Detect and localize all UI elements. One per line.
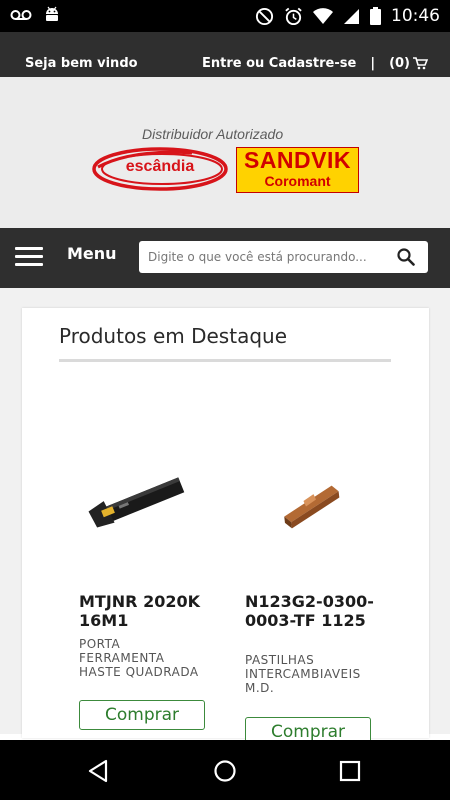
android-icon <box>46 6 58 21</box>
status-bar: 10:46 <box>0 0 450 32</box>
section-divider <box>59 359 391 362</box>
recent-apps-icon[interactable] <box>335 756 365 786</box>
search-input[interactable] <box>139 241 383 273</box>
buy-button[interactable]: Comprar <box>79 700 205 730</box>
escandia-logo-text: escândia <box>125 158 195 175</box>
separator: | <box>370 56 376 71</box>
product-image[interactable] <box>79 438 229 568</box>
do-not-disturb-icon <box>255 7 274 25</box>
welcome-text: Seja bem vindo <box>25 56 138 71</box>
cart-count: (0) <box>389 56 410 71</box>
voicemail-icon <box>10 10 32 20</box>
section-title: Produtos em Destaque <box>59 324 287 348</box>
wifi-icon <box>313 7 333 24</box>
product-description: PASTILHAS INTERCAMBIAVEIS M.D. <box>245 653 361 695</box>
cart-link[interactable]: (0) <box>389 56 428 71</box>
product-image[interactable] <box>245 438 395 568</box>
content-area: Produtos em Destaque MTJNR 2020K 16M1 PO… <box>0 288 450 747</box>
battery-icon <box>370 7 381 25</box>
menu-bar: Menu <box>0 228 450 288</box>
search-box <box>139 241 428 273</box>
search-icon <box>397 248 415 266</box>
back-icon[interactable] <box>84 756 114 786</box>
menu-label[interactable]: Menu <box>67 244 117 263</box>
product-name[interactable]: MTJNR 2020K 16M1 <box>79 592 229 630</box>
product-name[interactable]: N123G2-0300-0003-TF 1125 <box>245 592 375 630</box>
featured-products-card: Produtos em Destaque MTJNR 2020K 16M1 PO… <box>22 308 429 747</box>
alarm-icon <box>285 7 302 25</box>
product-description: PORTA FERRAMENTA HASTE QUADRADA <box>79 637 199 679</box>
escandia-logo: escândia <box>92 147 228 191</box>
sandvik-coromant-logo: SANDVIK Coromant <box>236 147 359 193</box>
home-icon[interactable] <box>210 756 240 786</box>
navigation-bar <box>0 740 450 800</box>
hamburger-menu-icon[interactable] <box>15 247 43 267</box>
top-bar: Seja bem vindo Entre ou Cadastre-se | (0… <box>0 32 450 77</box>
logo-banner: Distribuidor Autorizado escândia SANDVIK… <box>0 77 450 228</box>
coromant-logo-text: Coromant <box>264 173 331 189</box>
distributor-text: Distribuidor Autorizado <box>142 126 284 142</box>
login-register-link[interactable]: Entre ou Cadastre-se <box>202 56 356 71</box>
status-time: 10:46 <box>391 6 440 26</box>
sandvik-logo-text: SANDVIK <box>243 147 351 173</box>
signal-icon <box>344 8 359 24</box>
search-button[interactable] <box>384 241 428 273</box>
cart-icon <box>413 57 428 70</box>
